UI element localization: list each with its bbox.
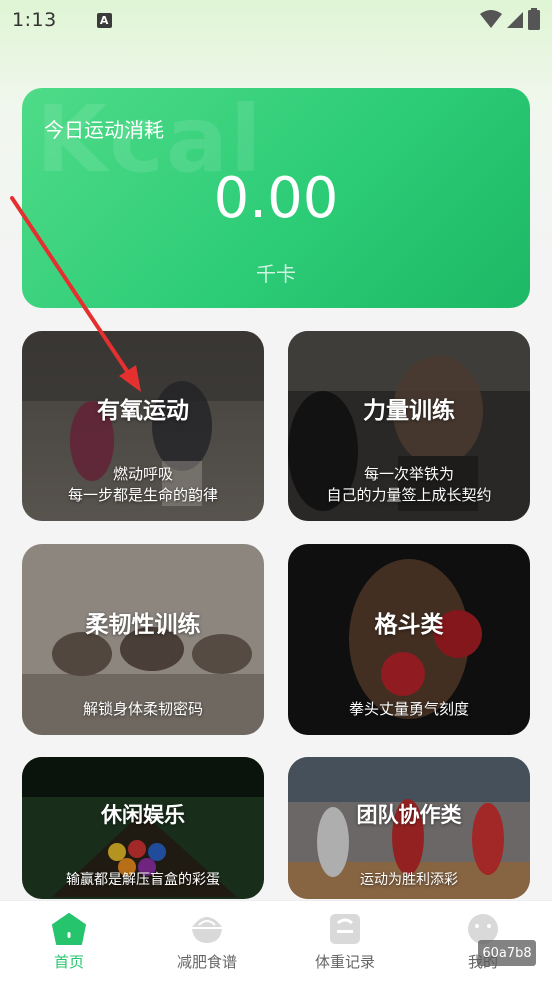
category-title: 力量训练 bbox=[363, 398, 455, 424]
wifi-icon bbox=[480, 10, 502, 28]
tab-home[interactable]: 首页 bbox=[0, 901, 138, 981]
notification-a-icon: A bbox=[96, 12, 112, 28]
category-subtitle: 拳头丈量勇气刻度 bbox=[348, 700, 469, 718]
tab-label: 首页 bbox=[53, 953, 84, 971]
status-bar: 1:13 A bbox=[0, 0, 552, 40]
status-indicators bbox=[480, 8, 540, 30]
tab-weight[interactable]: 体重记录 bbox=[276, 901, 414, 981]
category-title: 格斗类 bbox=[374, 612, 444, 638]
category-title: 休闲娱乐 bbox=[101, 803, 185, 827]
overlay-tag: 60a7b8 bbox=[478, 940, 536, 966]
cell-signal-icon bbox=[507, 12, 523, 28]
category-subtitle: 燃动呼吸 bbox=[112, 465, 173, 483]
annotation-arrow bbox=[10, 196, 141, 392]
category-subtitle-2: 每一步都是生命的韵律 bbox=[67, 486, 218, 504]
battery-icon bbox=[528, 8, 540, 30]
tab-diet[interactable]: 减肥食谱 bbox=[138, 901, 276, 981]
category-subtitle: 每一次举铁为 bbox=[363, 465, 454, 483]
calorie-card-title: 今日运动消耗 bbox=[44, 118, 164, 142]
category-strength[interactable]: 力量训练 每一次举铁为 自己的力量签上成长契约 bbox=[288, 331, 530, 521]
category-combat[interactable]: 格斗类 拳头丈量勇气刻度 bbox=[288, 544, 530, 735]
tab-label: 体重记录 bbox=[314, 953, 375, 971]
category-subtitle: 解锁身体柔韧密码 bbox=[82, 700, 203, 718]
category-subtitle: 输赢都是解压盲盒的彩蛋 bbox=[66, 872, 220, 888]
category-title: 柔韧性训练 bbox=[85, 612, 201, 638]
status-time: 1:13 bbox=[12, 9, 57, 31]
category-subtitle: 运动为胜利添彩 bbox=[360, 872, 458, 888]
home-icon bbox=[52, 913, 86, 945]
category-subtitle-2: 自己的力量签上成长契约 bbox=[326, 486, 492, 504]
category-flexibility[interactable]: 柔韧性训练 解锁身体柔韧密码 bbox=[22, 544, 264, 735]
bottom-tab-bar: 首页 减肥食谱 体重记录 我的 bbox=[0, 900, 552, 981]
bowl-icon bbox=[192, 917, 222, 943]
category-title: 团队协作类 bbox=[356, 803, 462, 827]
category-team[interactable]: 团队协作类 运动为胜利添彩 bbox=[288, 757, 530, 899]
tab-label: 减肥食谱 bbox=[176, 953, 237, 971]
category-leisure[interactable]: 休闲娱乐 输赢都是解压盲盒的彩蛋 bbox=[22, 757, 264, 899]
scale-icon bbox=[330, 914, 360, 944]
